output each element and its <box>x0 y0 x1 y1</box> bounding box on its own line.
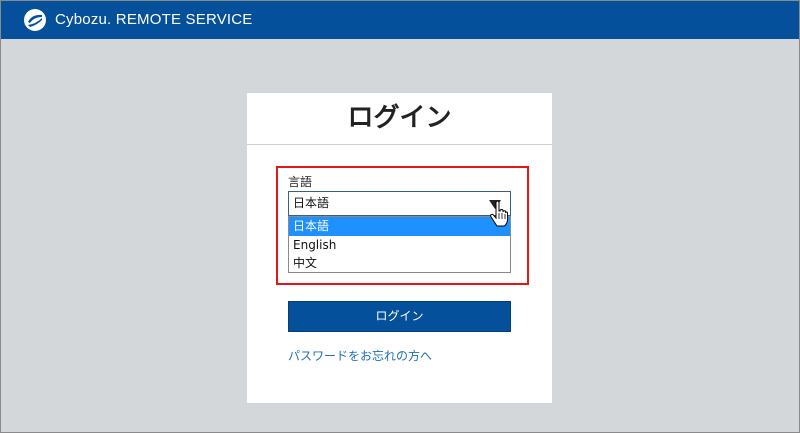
forgot-password-link[interactable]: パスワードをお忘れの方へ <box>288 347 432 364</box>
brand-title: Cybozu. REMOTE SERVICE <box>55 11 253 28</box>
top-bar: Cybozu. REMOTE SERVICE <box>1 1 799 39</box>
hand-cursor-icon <box>490 201 508 227</box>
language-option-chinese[interactable]: 中文 <box>289 254 510 273</box>
page-title: ログイン <box>247 93 552 145</box>
cybozu-logo-icon <box>24 9 46 31</box>
language-option-english[interactable]: English <box>289 236 510 255</box>
language-label: 言語 <box>288 175 313 189</box>
language-dropdown-list: 日本語 English 中文 <box>288 216 511 273</box>
login-button[interactable]: ログイン <box>288 301 511 332</box>
language-select[interactable]: 日本語 <box>288 191 511 216</box>
language-option-japanese[interactable]: 日本語 <box>289 217 510 236</box>
language-select-value: 日本語 <box>293 196 330 210</box>
